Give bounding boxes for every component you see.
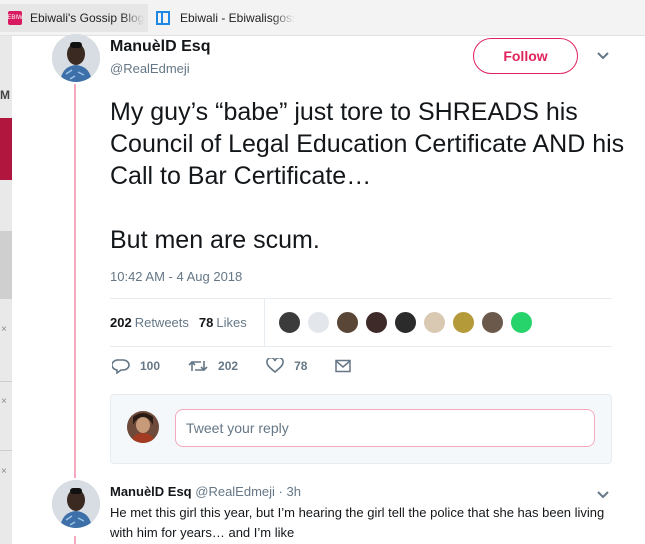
thread-connector	[74, 536, 76, 544]
liker-avatar[interactable]	[307, 311, 330, 334]
retweets-count: 202	[110, 315, 132, 330]
tweet-text: My guy’s “babe” just tore to SHREADS his…	[110, 96, 630, 256]
author-name[interactable]: ManuèlD Esq	[110, 38, 210, 56]
thread-connector	[74, 84, 76, 478]
heart-icon	[266, 358, 284, 374]
liker-avatar[interactable]	[481, 311, 504, 334]
like-button[interactable]: 78	[266, 358, 307, 374]
liker-avatars	[278, 311, 539, 334]
liker-avatar[interactable]	[365, 311, 388, 334]
reply-author-avatar[interactable]	[52, 480, 100, 528]
likes-stat[interactable]: 78 Likes	[199, 315, 247, 330]
like-count: 78	[294, 359, 308, 373]
close-icon[interactable]: ×	[1, 466, 7, 477]
reply-input[interactable]: Tweet your reply	[175, 409, 595, 447]
tab-title: Ebiwali's Gossip Blog	[30, 11, 145, 25]
chevron-down-icon[interactable]	[596, 48, 610, 64]
reply-author-handle[interactable]: @RealEdmeji	[195, 484, 275, 499]
window-icon	[156, 11, 170, 25]
liker-avatar[interactable]	[278, 311, 301, 334]
retweets-stat[interactable]: 202 Retweets	[110, 315, 189, 330]
divider	[110, 346, 612, 347]
liker-avatar[interactable]	[423, 311, 446, 334]
likes-label: Likes	[216, 315, 247, 330]
tweet-actions: 100 202 78	[112, 358, 389, 374]
retweet-button[interactable]: 202	[188, 358, 238, 374]
likes-count: 78	[198, 315, 214, 330]
background-page-block	[0, 231, 12, 299]
retweet-count: 202	[218, 359, 239, 373]
author-avatar[interactable]	[52, 34, 100, 82]
retweet-icon	[188, 360, 208, 372]
close-icon[interactable]: ×	[1, 324, 7, 335]
reply-text: He met this girl this year, but I’m hear…	[110, 505, 605, 540]
ebiwali-logo-icon: EBIW	[7, 11, 23, 25]
liker-avatar[interactable]	[394, 311, 417, 334]
author-handle[interactable]: @RealEdmeji	[110, 61, 190, 76]
reply-header: ManuèlD Esq @RealEdmeji · 3h	[110, 484, 301, 499]
browser-tab-strip: EBIW Ebiwali's Gossip Blog Ebiwali - Ebi…	[0, 0, 645, 36]
browser-tab-ebiwali-gossip[interactable]: EBIW Ebiwali's Gossip Blog	[0, 4, 148, 32]
direct-message-button[interactable]	[335, 359, 361, 373]
background-page-banner	[0, 118, 12, 180]
tweet-stats: 202 Retweets 78 Likes	[110, 299, 612, 346]
divider	[0, 381, 12, 382]
divider	[264, 299, 265, 346]
tweet-text-paragraph: My guy’s “babe” just tore to SHREADS his…	[110, 98, 625, 190]
reply-composer: Tweet your reply	[110, 394, 612, 464]
reply-icon	[112, 359, 130, 374]
reply-author-name[interactable]: ManuèlD Esq	[110, 484, 192, 499]
divider	[0, 450, 12, 451]
reply-count: 100	[140, 359, 161, 373]
envelope-icon	[335, 359, 352, 373]
tweet-text-paragraph: But men are scum.	[110, 226, 320, 254]
follow-button[interactable]: Follow	[473, 38, 578, 74]
tweet-timestamp[interactable]: 10:42 AM - 4 Aug 2018	[110, 269, 242, 284]
close-icon[interactable]: ×	[1, 396, 7, 407]
reply-time[interactable]: · 3h	[279, 484, 301, 499]
retweets-label: Retweets	[134, 315, 189, 330]
browser-tab-ebiwali[interactable]: Ebiwali - Ebiwalisgossipblog	[150, 4, 295, 32]
tab-title: Ebiwali - Ebiwalisgossipblog	[180, 11, 295, 25]
reply-button[interactable]: 100	[112, 358, 160, 374]
background-page: M × × ×	[0, 36, 12, 544]
liker-avatar[interactable]	[452, 311, 475, 334]
current-user-avatar	[127, 411, 159, 443]
liker-avatar[interactable]	[336, 311, 359, 334]
background-page-letter: M	[0, 88, 10, 102]
chevron-down-icon[interactable]	[596, 487, 610, 503]
liker-avatar[interactable]	[510, 311, 533, 334]
